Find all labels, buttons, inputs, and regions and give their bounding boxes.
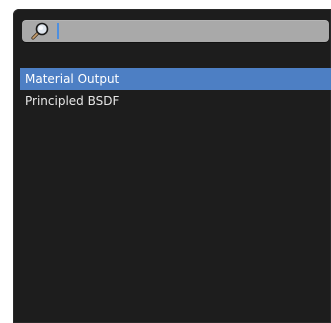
search-icon [30,21,50,41]
list-item-material-output[interactable]: Material Output [20,68,331,90]
search-input[interactable] [55,20,321,42]
search-bar[interactable] [22,20,329,42]
node-search-popup: Material Output Principled BSDF [13,9,331,323]
search-results-list: Material Output Principled BSDF [20,68,331,112]
list-item-principled-bsdf[interactable]: Principled BSDF [20,90,331,112]
